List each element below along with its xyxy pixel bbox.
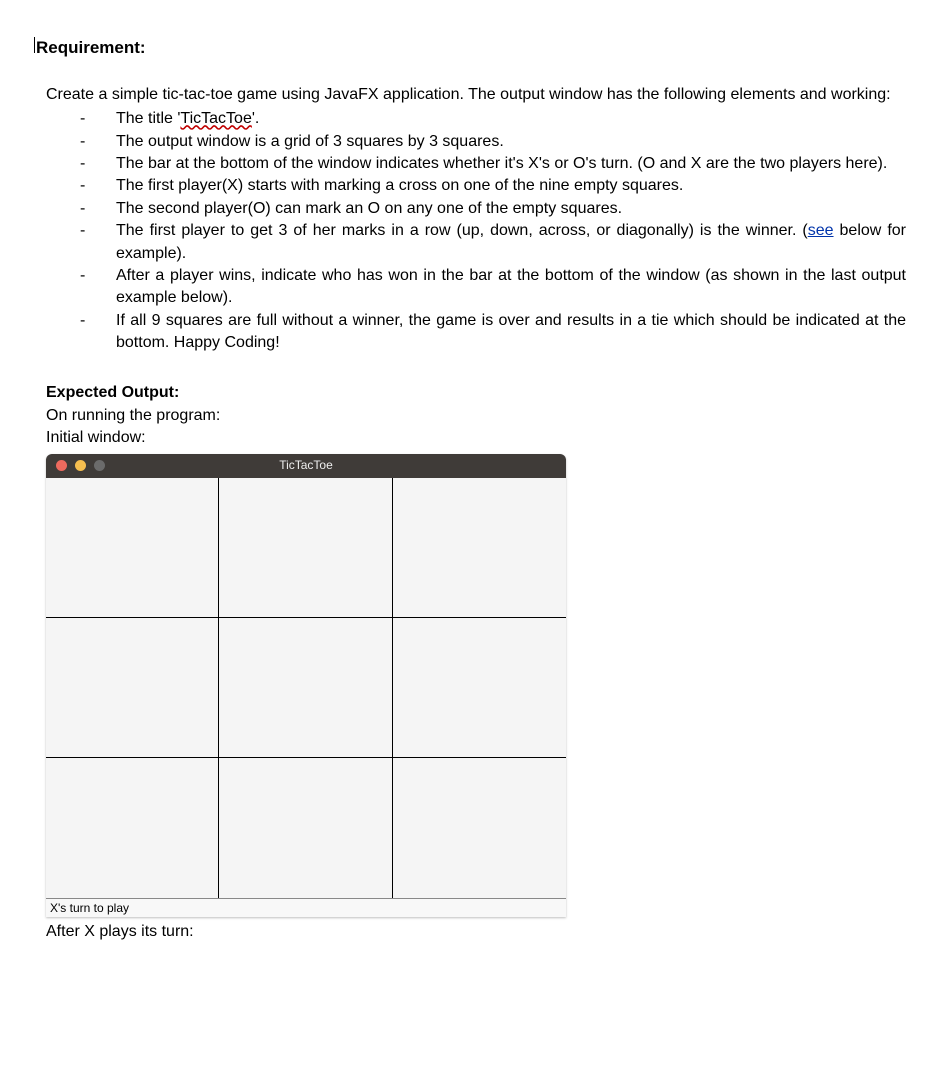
list-item: - If all 9 squares are full without a wi… xyxy=(36,310,906,355)
grid-cell[interactable] xyxy=(393,618,566,758)
app-window: TicTacToe X's turn to play xyxy=(46,454,566,918)
initial-window-text: Initial window: xyxy=(46,427,906,449)
title-bar: TicTacToe xyxy=(46,454,566,478)
bullet-text: The bar at the bottom of the window indi… xyxy=(116,153,906,175)
spellcheck-word: TicTacToe xyxy=(180,110,251,127)
list-item: - The output window is a grid of 3 squar… xyxy=(36,131,906,153)
grid-cell[interactable] xyxy=(219,618,392,758)
bullet-text: The second player(O) can mark an O on an… xyxy=(116,198,906,220)
after-x-text: After X plays its turn: xyxy=(46,921,906,943)
list-item: - The first player to get 3 of her marks… xyxy=(36,220,906,265)
bullet-text-post: '. xyxy=(252,110,260,127)
list-item: - The bar at the bottom of the window in… xyxy=(36,153,906,175)
grid-cell[interactable] xyxy=(393,758,566,898)
intro-text: Create a simple tic-tac-toe game using J… xyxy=(46,84,906,106)
bullet-dash-icon: - xyxy=(80,175,116,197)
bullet-dash-icon: - xyxy=(80,153,116,175)
status-bar: X's turn to play xyxy=(46,898,566,918)
expected-output-heading: Expected Output: xyxy=(46,382,906,404)
list-item: - The title 'TicTacToe'. xyxy=(36,108,906,130)
bullet-text-pre: The title ' xyxy=(116,110,180,127)
text-cursor-icon xyxy=(34,37,35,53)
requirement-heading: Requirement: xyxy=(36,36,906,60)
bullet-dash-icon: - xyxy=(80,108,116,130)
requirement-heading-text: Requirement: xyxy=(36,38,146,57)
bullet-dash-icon: - xyxy=(80,198,116,220)
grid-cell[interactable] xyxy=(219,478,392,618)
list-item: - The second player(O) can mark an O on … xyxy=(36,198,906,220)
bullet-list: - The title 'TicTacToe'. - The output wi… xyxy=(36,108,906,354)
bullet-dash-icon: - xyxy=(80,220,116,242)
bullet-dash-icon: - xyxy=(80,265,116,287)
on-running-text: On running the program: xyxy=(46,405,906,427)
grid-cell[interactable] xyxy=(219,758,392,898)
bullet-text: After a player wins, indicate who has wo… xyxy=(116,265,906,310)
grid-cell[interactable] xyxy=(46,618,219,758)
bullet-text: The output window is a grid of 3 squares… xyxy=(116,131,906,153)
bullet-text: The first player(X) starts with marking … xyxy=(116,175,906,197)
bullet-text: If all 9 squares are full without a winn… xyxy=(116,310,906,355)
window-title: TicTacToe xyxy=(46,457,566,474)
see-link[interactable]: see xyxy=(808,222,834,239)
grid-cell[interactable] xyxy=(46,478,219,618)
list-item: - After a player wins, indicate who has … xyxy=(36,265,906,310)
bullet-dash-icon: - xyxy=(80,310,116,332)
grid-cell[interactable] xyxy=(46,758,219,898)
bullet-text-pre: The first player to get 3 of her marks i… xyxy=(116,222,808,239)
list-item: - The first player(X) starts with markin… xyxy=(36,175,906,197)
grid-cell[interactable] xyxy=(393,478,566,618)
game-grid xyxy=(46,478,566,898)
bullet-dash-icon: - xyxy=(80,131,116,153)
